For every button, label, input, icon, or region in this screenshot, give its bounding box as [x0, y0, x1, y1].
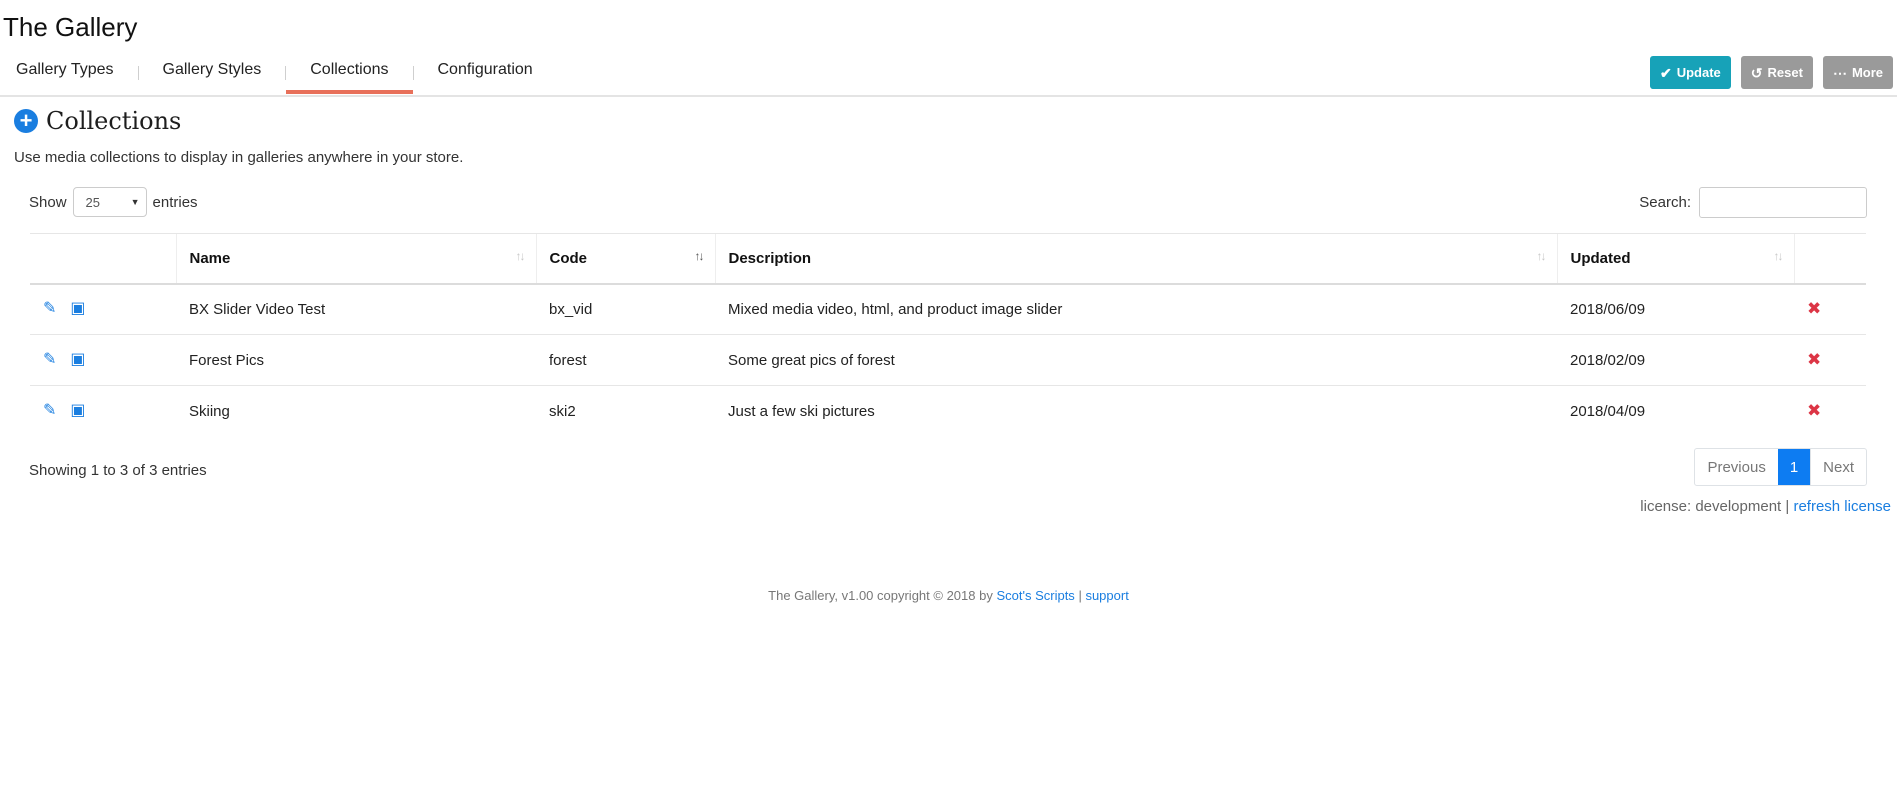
description-column-header[interactable]: Description ↑↓: [714, 233, 1557, 285]
update-label: Update: [1676, 65, 1721, 80]
search-label: Search:: [1639, 194, 1691, 211]
more-label: More: [1851, 65, 1883, 80]
image-icon[interactable]: ▣: [70, 301, 85, 317]
app-title: The Gallery: [3, 12, 138, 42]
search-input[interactable]: [1699, 187, 1867, 218]
collection-code: forest: [536, 334, 715, 386]
tab-gallery-styles[interactable]: Gallery Styles: [139, 55, 286, 95]
sort-icon: ↑↓: [1536, 249, 1547, 263]
collection-name: Forest Pics: [176, 334, 536, 386]
column-label: Code: [549, 249, 588, 267]
code-column-header[interactable]: Code ↑↓: [535, 233, 715, 285]
collection-description: Just a few ski pictures: [715, 385, 1557, 437]
delete-icon[interactable]: ✖: [1807, 299, 1821, 318]
sort-icon: ↑↓: [515, 249, 526, 263]
sort-icon: ↑↓: [1773, 249, 1784, 263]
collection-updated: 2018/06/09: [1557, 282, 1794, 335]
nav-tabs: Gallery Types Gallery Styles Collections…: [0, 55, 557, 95]
tab-collections[interactable]: Collections: [286, 55, 413, 95]
page-length-value: 25: [85, 194, 100, 210]
check-icon: ✔: [1659, 64, 1672, 81]
delete-column-header: [1793, 233, 1866, 285]
footer-text: The Gallery, v1.00 copyright © 2018 by: [768, 588, 993, 603]
sort-ascending-icon: ↑↓: [694, 249, 705, 263]
previous-page-button[interactable]: Previous: [1695, 449, 1777, 485]
table-row: ✎ ▣ BX Slider Video Test bx_vid Mixed me…: [30, 282, 1866, 335]
table-row: ✎ ▣ Forest Pics forest Some great pics o…: [30, 334, 1866, 386]
section-description: Use media collections to display in gall…: [14, 149, 464, 166]
column-label: Description: [728, 249, 812, 267]
collection-name: BX Slider Video Test: [176, 282, 536, 335]
delete-icon[interactable]: ✖: [1807, 401, 1821, 420]
collection-updated: 2018/02/09: [1557, 334, 1794, 386]
entries-label: entries: [152, 193, 198, 211]
reset-button[interactable]: ↺ Reset: [1740, 56, 1813, 89]
license-info: license: development | refresh license: [1640, 498, 1891, 515]
undo-icon: ↺: [1750, 64, 1763, 81]
reset-label: Reset: [1767, 65, 1803, 80]
table-header-row: Name ↑↓ Code ↑↓ Description ↑↓ Updated ↑…: [30, 233, 1866, 285]
edit-icon[interactable]: ✎: [43, 403, 56, 419]
page-title: Collections: [46, 107, 182, 135]
delete-icon[interactable]: ✖: [1807, 350, 1821, 369]
tab-gallery-types[interactable]: Gallery Types: [0, 55, 138, 95]
search-control: Search:: [1639, 187, 1867, 218]
table-row: ✎ ▣ Skiing ski2 Just a few ski pictures …: [30, 385, 1866, 437]
refresh-license-link[interactable]: refresh license: [1793, 498, 1891, 515]
collection-description: Some great pics of forest: [715, 334, 1557, 386]
footer: The Gallery, v1.00 copyright © 2018 by S…: [0, 588, 1897, 603]
updated-column-header[interactable]: Updated ↑↓: [1556, 233, 1794, 285]
footer-separator: |: [1078, 588, 1082, 603]
page-length-control: Show 25 ▼ entries: [29, 187, 198, 217]
update-button[interactable]: ✔ Update: [1649, 56, 1731, 89]
edit-icon[interactable]: ✎: [43, 352, 56, 368]
nav-divider: [0, 95, 1897, 97]
pagination: Previous 1 Next: [1694, 448, 1867, 486]
collection-description: Mixed media video, html, and product ima…: [715, 282, 1557, 335]
image-icon[interactable]: ▣: [70, 403, 85, 419]
section-header: + Collections: [14, 107, 181, 135]
collection-code: ski2: [536, 385, 715, 437]
show-label: Show: [29, 193, 67, 211]
license-text: license: development |: [1640, 498, 1790, 515]
add-collection-icon[interactable]: +: [14, 109, 38, 133]
toolbar: ✔ Update ↺ Reset ⋯ More: [1649, 56, 1893, 89]
author-link[interactable]: Scot's Scripts: [996, 588, 1074, 603]
collection-code: bx_vid: [536, 282, 715, 335]
image-icon[interactable]: ▣: [70, 352, 85, 368]
chevron-down-icon: ▼: [130, 197, 140, 207]
table-info: Showing 1 to 3 of 3 entries: [29, 462, 207, 479]
collections-table: Name ↑↓ Code ↑↓ Description ↑↓ Updated ↑…: [30, 233, 1866, 437]
name-column-header[interactable]: Name ↑↓: [175, 233, 536, 285]
collection-name: Skiing: [176, 385, 536, 437]
column-label: Name: [189, 249, 231, 267]
collection-updated: 2018/04/09: [1557, 385, 1794, 437]
edit-icon[interactable]: ✎: [43, 301, 56, 317]
page-length-select[interactable]: 25 ▼: [72, 187, 147, 217]
ellipsis-icon: ⋯: [1832, 64, 1847, 81]
tab-configuration[interactable]: Configuration: [414, 55, 557, 95]
page-1-button[interactable]: 1: [1777, 449, 1811, 485]
column-label: Updated: [1570, 249, 1631, 267]
more-button[interactable]: ⋯ More: [1822, 56, 1893, 89]
support-link[interactable]: support: [1085, 588, 1128, 603]
actions-column-header: [30, 233, 176, 285]
next-page-button[interactable]: Next: [1810, 449, 1866, 485]
